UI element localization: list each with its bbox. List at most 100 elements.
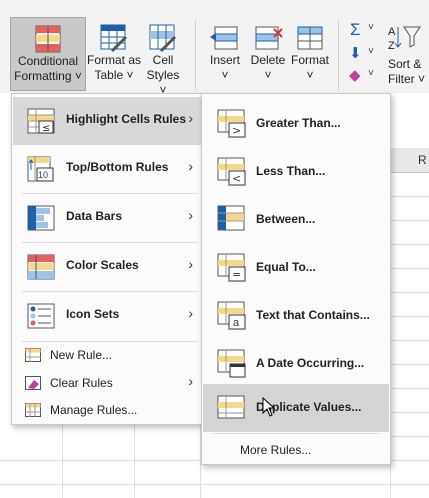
menu-item-label: Highlight Cells Rules: [66, 112, 187, 126]
format-as-table-button[interactable]: Format as Table ˅: [86, 17, 142, 91]
menu-item-label: Color Scales: [66, 258, 139, 272]
delete-cells-icon: [255, 26, 283, 50]
delete-label: Delete: [250, 53, 286, 67]
text-contains-icon: a: [217, 301, 246, 330]
insert-button[interactable]: Insert ˅: [204, 17, 246, 91]
submenu-item-duplicate-values[interactable]: Duplicate Values...: [203, 384, 389, 432]
between-icon: [217, 205, 245, 231]
color-scales-icon: [27, 254, 55, 280]
symbol-text: <: [232, 172, 241, 185]
insert-cells-icon: [210, 26, 238, 50]
format-as-table-icon: [100, 24, 128, 53]
new-rule-icon: [25, 348, 41, 362]
conditional-formatting-button[interactable]: Conditional Formatting ˅: [10, 17, 86, 91]
sort-filter-button[interactable]: A Z Sort & Filter ˅: [384, 17, 429, 91]
autosum-icon[interactable]: Σ: [350, 20, 361, 40]
format-cells-icon: [297, 26, 323, 50]
menu-item-icon-sets[interactable]: Icon Sets ›: [13, 292, 201, 340]
sort-label-1: Sort &: [388, 57, 422, 71]
chevron-right-icon: ›: [188, 158, 193, 174]
cf-label-2: Formatting ˅: [14, 69, 82, 83]
duplicate-values-icon: [217, 395, 245, 419]
cell-styles-icon: [149, 24, 177, 53]
clear-rules-icon: [25, 376, 41, 390]
menu-item-top-bottom-rules[interactable]: 10 Top/Bottom Rules ›: [13, 145, 201, 193]
conditional-formatting-menu: ≤ Highlight Cells Rules › 10 Top/Bottom …: [11, 93, 203, 425]
gridline: [62, 423, 63, 498]
gridline: [390, 196, 429, 197]
gridline: [390, 340, 429, 341]
gridline: [390, 412, 429, 413]
gridline: [390, 268, 429, 269]
gridline: [390, 436, 429, 437]
manage-rules-icon: [25, 403, 41, 417]
gridline: [390, 244, 429, 245]
submenu-item-between[interactable]: Between...: [203, 196, 389, 244]
submenu-item-label: Greater Than...: [256, 116, 341, 130]
menu-item-label: Data Bars: [66, 209, 123, 223]
column-header[interactable]: R: [390, 148, 429, 173]
delete-caret: ˅: [264, 68, 272, 82]
clear-eraser-icon[interactable]: ◆: [349, 66, 361, 84]
submenu-item-label: Equal To...: [256, 260, 316, 274]
more-rules-item[interactable]: More Rules...: [240, 443, 311, 457]
menu-item-label: Manage Rules...: [50, 403, 138, 417]
menu-item-new-rule[interactable]: New Rule...: [13, 342, 201, 368]
symbol-text: a: [233, 317, 240, 329]
date-occurring-icon: [217, 349, 246, 378]
submenu-item-equal-to[interactable]: = Equal To...: [203, 244, 389, 292]
gridline: [0, 484, 429, 485]
menu-item-data-bars[interactable]: Data Bars ›: [13, 194, 201, 242]
menu-item-highlight-cells-rules[interactable]: ≤ Highlight Cells Rules ›: [13, 97, 201, 145]
gridline: [390, 364, 429, 365]
format-label: Format: [290, 53, 329, 67]
svg-text:≤: ≤: [42, 123, 50, 134]
fill-caret-icon[interactable]: ˅: [368, 46, 374, 57]
mouse-cursor-icon: [262, 397, 276, 417]
ft-label-1: Format as: [86, 53, 141, 67]
autosum-caret-icon[interactable]: ˅: [368, 22, 374, 33]
format-button[interactable]: Format ˅: [289, 17, 331, 91]
submenu-item-label: Between...: [256, 212, 316, 226]
clear-caret-icon[interactable]: ˅: [368, 68, 374, 79]
gridline: [390, 292, 429, 293]
submenu-item-text-contains[interactable]: a Text that Contains...: [203, 292, 389, 340]
submenu-item-date-occurring[interactable]: A Date Occurring...: [203, 340, 389, 388]
insert-caret: ˅: [221, 68, 229, 82]
ft-label-2: Table ˅: [94, 68, 134, 82]
greater-than-icon: >: [217, 109, 246, 138]
chevron-right-icon: ›: [188, 373, 193, 389]
sort-filter-icon: A Z: [388, 26, 421, 51]
chevron-right-icon: ›: [188, 305, 193, 321]
submenu-item-label: Text that Contains...: [256, 308, 370, 322]
ribbon-separator: [195, 20, 196, 90]
menu-divider: [212, 433, 380, 434]
equal-to-icon: =: [217, 253, 246, 282]
menu-item-label: Icon Sets: [66, 307, 120, 321]
chevron-right-icon: ›: [188, 110, 193, 126]
cell-styles-button[interactable]: Cell Styles ˅: [142, 17, 184, 97]
chevron-right-icon: ›: [188, 256, 193, 272]
symbol-text: >: [232, 124, 241, 137]
menu-item-label: Clear Rules: [50, 376, 113, 390]
submenu-item-less-than[interactable]: < Less Than...: [203, 148, 389, 196]
svg-text:A: A: [388, 26, 396, 38]
submenu-item-label: Less Than...: [256, 164, 326, 178]
symbol-text: =: [232, 268, 241, 281]
topbottom-number: 10: [38, 170, 48, 180]
delete-button[interactable]: Delete ˅: [248, 17, 288, 91]
chevron-right-icon: ›: [188, 207, 193, 223]
ribbon-separator-2: [338, 20, 339, 90]
cf-label-1: Conditional: [17, 54, 79, 68]
fill-icon[interactable]: ⬇: [349, 44, 362, 62]
menu-item-manage-rules[interactable]: Manage Rules...: [13, 397, 201, 423]
submenu-item-greater-than[interactable]: > Greater Than...: [203, 100, 389, 148]
highlight-cells-rules-submenu: > Greater Than... < Less Than... Between…: [201, 93, 391, 465]
menu-item-color-scales[interactable]: Color Scales ›: [13, 243, 201, 291]
conditional-formatting-icon: [35, 25, 61, 53]
data-bars-icon: [27, 205, 55, 231]
top-bottom-icon: 10: [27, 156, 54, 182]
menu-item-clear-rules[interactable]: Clear Rules ›: [13, 370, 201, 396]
gridline: [134, 423, 135, 498]
gridline: [390, 316, 429, 317]
